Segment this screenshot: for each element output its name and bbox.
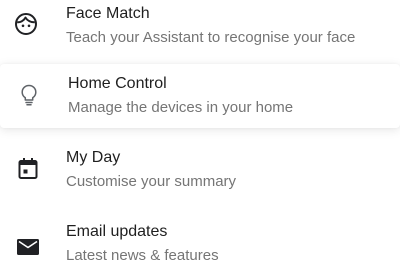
- calendar-icon: [18, 158, 38, 179]
- settings-item-title: Email updates: [66, 223, 168, 240]
- settings-item-subtitle: Teach your Assistant to recognise your f…: [66, 29, 356, 46]
- settings-item-my-day[interactable]: My Day Customise your summary: [0, 140, 400, 200]
- settings-item-subtitle: Latest news & features: [66, 247, 219, 264]
- settings-list: Face Match Teach your Assistant to recog…: [0, 0, 400, 272]
- settings-item-title: Home Control: [68, 75, 167, 92]
- face-icon: [15, 13, 37, 35]
- settings-item-subtitle: Customise your summary: [66, 173, 237, 190]
- lightbulb-icon: [21, 84, 37, 106]
- settings-item-subtitle: Manage the devices in your home: [68, 99, 294, 116]
- settings-item-title: Face Match: [66, 5, 150, 22]
- settings-item-email-updates[interactable]: Email updates Latest news & features: [0, 214, 400, 272]
- mail-icon: [17, 239, 39, 255]
- settings-item-title: My Day: [66, 149, 121, 166]
- settings-item-face-match[interactable]: Face Match Teach your Assistant to recog…: [0, 0, 400, 60]
- settings-item-home-control[interactable]: Home Control Manage the devices in your …: [0, 64, 400, 128]
